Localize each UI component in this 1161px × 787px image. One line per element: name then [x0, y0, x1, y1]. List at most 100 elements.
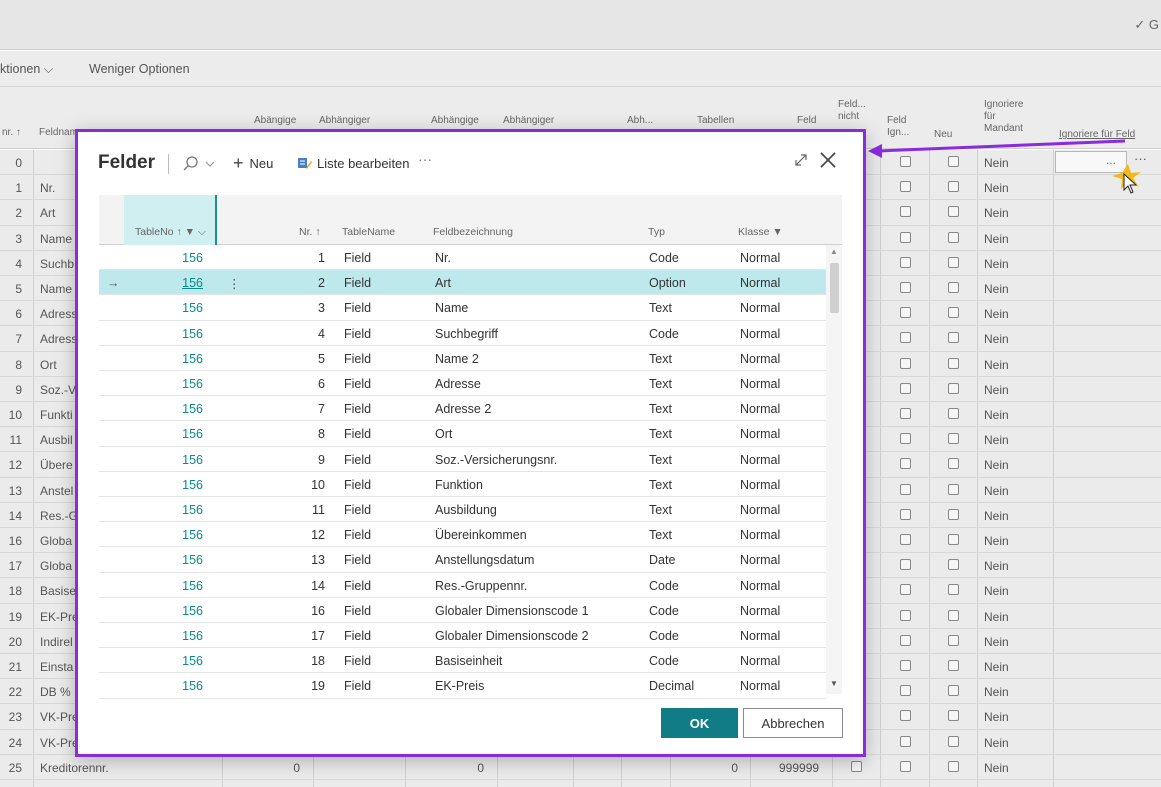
- table-row[interactable]: 156 10 Field Funktion Text Normal: [99, 471, 826, 497]
- table-row[interactable]: 156 11 Field Ausbildung Text Normal: [99, 497, 826, 523]
- table-row[interactable]: 156 8 Field Ort Text Normal: [99, 421, 826, 447]
- col-tableno-header[interactable]: TableNo ↑ ▼ ⌵: [135, 226, 206, 239]
- col-abh5-header[interactable]: Abh...: [627, 115, 653, 127]
- col-abh2-header[interactable]: Abhängiger: [319, 115, 370, 127]
- row-tableno[interactable]: 156: [127, 604, 203, 618]
- row-checkbox[interactable]: [948, 710, 959, 722]
- row-checkbox[interactable]: [948, 307, 959, 319]
- row-checkbox[interactable]: [948, 382, 959, 394]
- row-checkbox[interactable]: [900, 710, 911, 722]
- fewer-options-button[interactable]: Weniger Optionen: [89, 62, 190, 76]
- cancel-button[interactable]: Abbrechen: [743, 708, 843, 738]
- row-checkbox[interactable]: [948, 735, 959, 747]
- row-tableno[interactable]: 156: [127, 503, 203, 517]
- row-checkbox[interactable]: [948, 206, 959, 218]
- actions-menu[interactable]: ktionen ⌵: [0, 62, 53, 77]
- row-checkbox[interactable]: [900, 408, 911, 419]
- row-checkbox[interactable]: [900, 634, 911, 646]
- row-checkbox[interactable]: [900, 660, 911, 671]
- table-row[interactable]: 156 13 Field Anstellungsdatum Date Normal: [99, 547, 826, 573]
- row-tableno[interactable]: 156: [127, 629, 203, 643]
- row-checkbox[interactable]: [900, 685, 911, 697]
- table-row[interactable]: 156 7 Field Adresse 2 Text Normal: [99, 396, 826, 422]
- row-tableno[interactable]: 156: [127, 528, 203, 542]
- row-checkbox[interactable]: [900, 382, 911, 394]
- row-tableno[interactable]: 156: [127, 553, 203, 567]
- col-abh3-header[interactable]: Abhängige: [431, 115, 479, 127]
- row-tableno[interactable]: 156: [127, 352, 203, 366]
- col-feld-header[interactable]: Feld: [797, 115, 816, 127]
- row-checkbox[interactable]: [948, 156, 959, 167]
- ok-button[interactable]: OK: [661, 708, 738, 738]
- row-checkbox[interactable]: [948, 534, 959, 545]
- row-checkbox[interactable]: [948, 483, 959, 495]
- table-row[interactable]: 156 3 Field Name Text Normal: [99, 295, 826, 321]
- table-row[interactable]: 156 18 Field Basiseinheit Code Normal: [99, 648, 826, 674]
- row-tableno[interactable]: 156: [127, 453, 203, 467]
- row-checkbox[interactable]: [900, 206, 911, 218]
- col-feld-nicht-header[interactable]: Feld... nicht: [838, 99, 872, 123]
- row-checkbox[interactable]: [948, 332, 959, 344]
- col-tablename-header[interactable]: TableName: [342, 226, 395, 238]
- row-tableno[interactable]: 156: [127, 301, 203, 315]
- row-checkbox[interactable]: [948, 231, 959, 243]
- scroll-thumb[interactable]: [830, 263, 839, 313]
- row-checkbox[interactable]: [900, 534, 911, 545]
- row-tableno[interactable]: 156: [127, 276, 203, 290]
- new-button[interactable]: + Neu: [233, 152, 273, 174]
- close-button[interactable]: [818, 146, 838, 177]
- table-row[interactable]: 156 6 Field Adresse Text Normal: [99, 371, 826, 397]
- col-abh4-header[interactable]: Abhängiger: [503, 115, 554, 127]
- row-checkbox[interactable]: [948, 760, 959, 772]
- col-nr-header[interactable]: Nr. ↑: [299, 226, 321, 238]
- row-checkbox[interactable]: [900, 181, 911, 193]
- col-nr-header[interactable]: nr. ↑: [2, 127, 21, 139]
- row-checkbox[interactable]: [900, 332, 911, 344]
- col-ignoriere-feld-header[interactable]: Ignoriere für Feld: [1059, 129, 1135, 141]
- table-row[interactable]: 156 14 Field Res.-Gruppennr. Code Normal: [99, 572, 826, 598]
- table-row[interactable]: 156 19 Field EK-Preis Decimal Normal: [99, 673, 826, 699]
- row-tableno[interactable]: 156: [127, 654, 203, 668]
- col-feldbezeichnung-header[interactable]: Feldbezeichnung: [433, 226, 513, 238]
- row-checkbox[interactable]: [900, 559, 911, 571]
- row-checkbox[interactable]: [900, 433, 911, 445]
- row-checkbox[interactable]: [900, 307, 911, 319]
- row-checkbox[interactable]: [948, 357, 959, 369]
- col-klasse-header[interactable]: Klasse ▼: [738, 226, 783, 238]
- row-checkbox[interactable]: [900, 357, 911, 369]
- table-row[interactable]: 156 16 Field Globaler Dimensionscode 1 Code N…: [99, 597, 826, 623]
- table-row[interactable]: 156 1 Field Nr. Code Normal: [99, 245, 826, 271]
- background-table-row[interactable]: 25 Kreditorennr. Nein 0 0 0 999999: [0, 755, 1161, 780]
- search-button[interactable]: [182, 154, 218, 174]
- row-checkbox[interactable]: [948, 508, 959, 520]
- col-abh1-header[interactable]: Abängige: [254, 115, 296, 127]
- row-checkbox[interactable]: [900, 483, 911, 495]
- more-options-button[interactable]: ···: [418, 151, 432, 167]
- row-checkbox[interactable]: [948, 660, 959, 671]
- grid-scrollbar[interactable]: ▲ ▼: [826, 245, 842, 694]
- row-tableno[interactable]: 156: [127, 402, 203, 416]
- table-row[interactable]: 156 9 Field Soz.-Versicherungsnr. Text Normal: [99, 446, 826, 472]
- row-tableno[interactable]: 156: [127, 579, 203, 593]
- col-feldname-header[interactable]: Feldnam: [39, 127, 78, 139]
- row-checkbox[interactable]: [900, 282, 911, 293]
- row-checkbox[interactable]: [948, 559, 959, 571]
- row-tableno[interactable]: 156: [127, 377, 203, 391]
- row-checkbox[interactable]: [900, 735, 911, 747]
- table-row[interactable]: 156 17 Field Globaler Dimensionscode 2 Code N…: [99, 623, 826, 649]
- edit-list-button[interactable]: Liste bearbeiten: [297, 152, 410, 174]
- row-checkbox[interactable]: [948, 433, 959, 445]
- row-checkbox[interactable]: [900, 584, 911, 596]
- row-tableno[interactable]: 156: [127, 427, 203, 441]
- row-checkbox[interactable]: [948, 609, 959, 621]
- row-checkbox[interactable]: [948, 584, 959, 596]
- row-checkbox[interactable]: [900, 256, 911, 268]
- col-typ-header[interactable]: Typ: [648, 226, 665, 238]
- row-tableno[interactable]: 156: [127, 478, 203, 492]
- row-checkbox[interactable]: [948, 408, 959, 419]
- row-checkbox[interactable]: [900, 609, 911, 621]
- expand-button[interactable]: [793, 152, 809, 173]
- row-tableno[interactable]: 156: [127, 679, 203, 693]
- row-checkbox[interactable]: [948, 685, 959, 697]
- table-row[interactable]: 156 5 Field Name 2 Text Normal: [99, 345, 826, 371]
